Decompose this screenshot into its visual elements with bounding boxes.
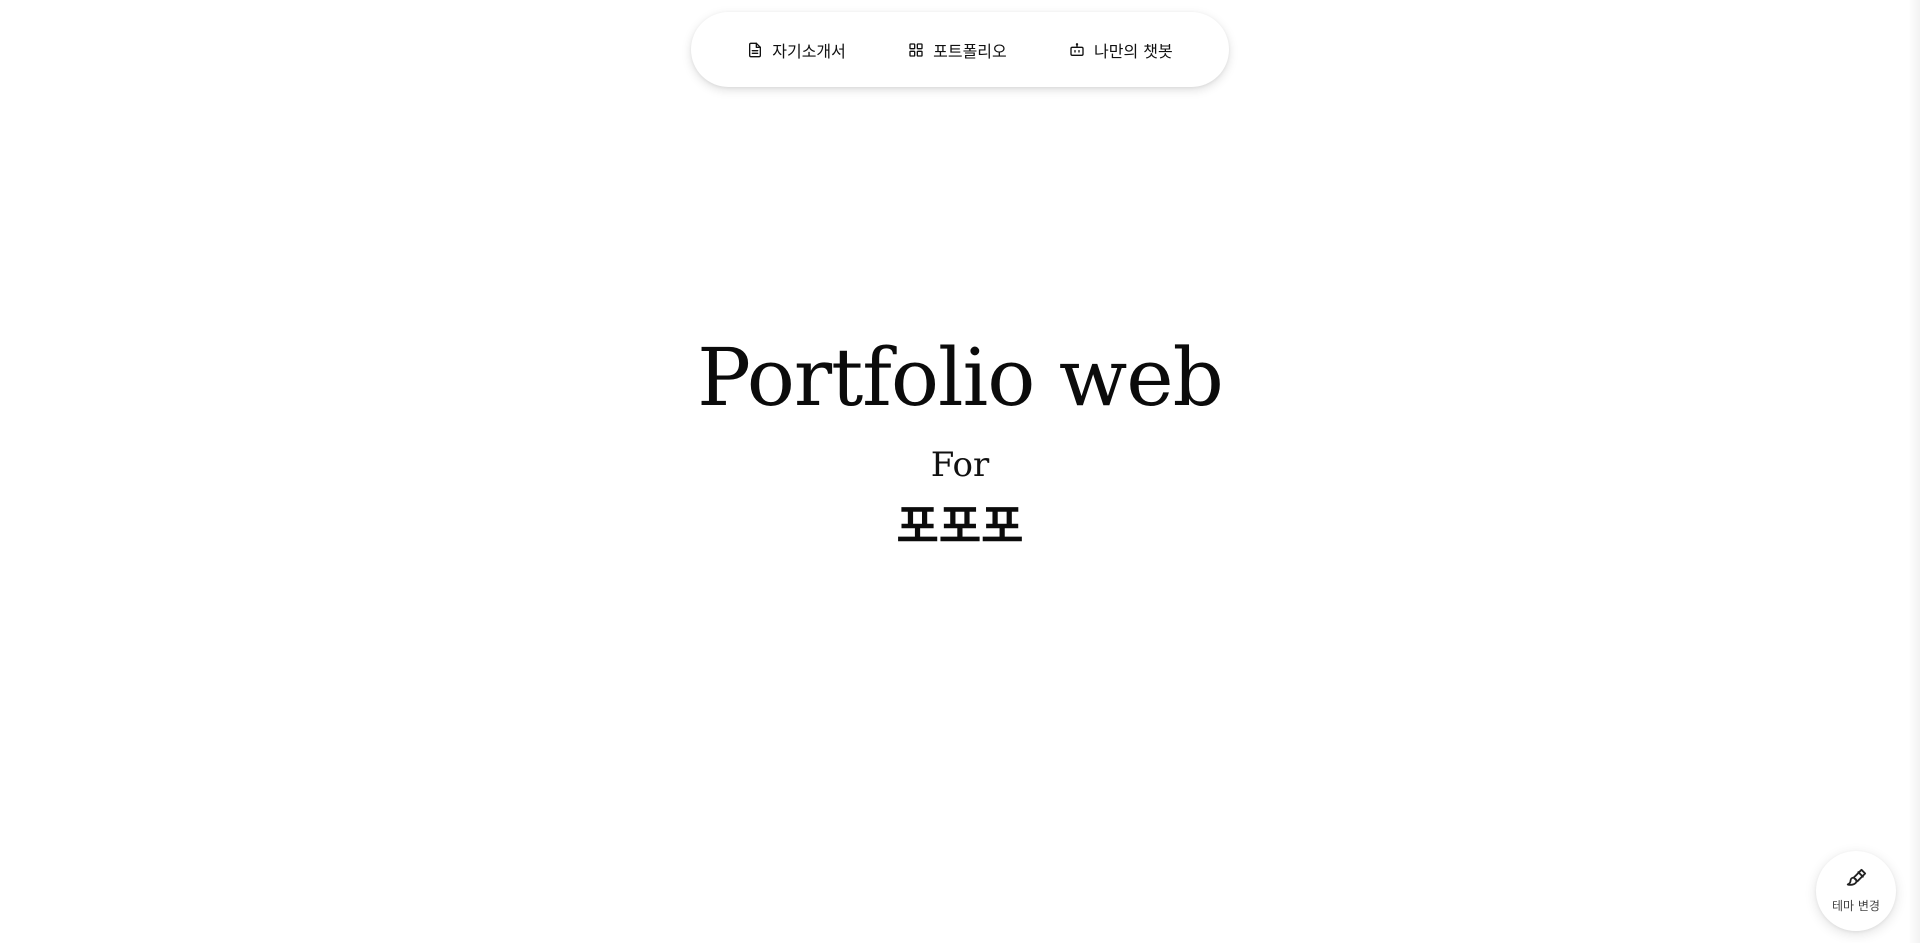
hero-name: 포포포 xyxy=(896,499,1024,553)
grid-icon xyxy=(908,42,924,58)
hero-title: Portfolio web xyxy=(697,331,1224,424)
page: 자기소개서 포트폴리오 나만의 챗봇 Portfolio web For 포포포… xyxy=(0,0,1920,943)
theme-change-label: 테마 변경 xyxy=(1832,899,1880,913)
hero-subtitle: For xyxy=(930,445,990,485)
nav-item-label: 자기소개서 xyxy=(772,41,846,61)
document-icon xyxy=(747,42,763,58)
nav-item-cover-letter[interactable]: 자기소개서 xyxy=(741,30,852,70)
nav-item-label: 나만의 챗봇 xyxy=(1094,41,1173,61)
nav-item-chatbot[interactable]: 나만의 챗봇 xyxy=(1063,30,1179,70)
nav-item-label: 포트폴리오 xyxy=(933,41,1007,61)
top-navigation: 자기소개서 포트폴리오 나만의 챗봇 xyxy=(691,12,1229,87)
nav-item-portfolio[interactable]: 포트폴리오 xyxy=(902,30,1013,70)
theme-change-button[interactable]: 테마 변경 xyxy=(1816,851,1896,931)
bot-icon xyxy=(1069,42,1085,58)
paintbrush-icon xyxy=(1845,868,1867,894)
